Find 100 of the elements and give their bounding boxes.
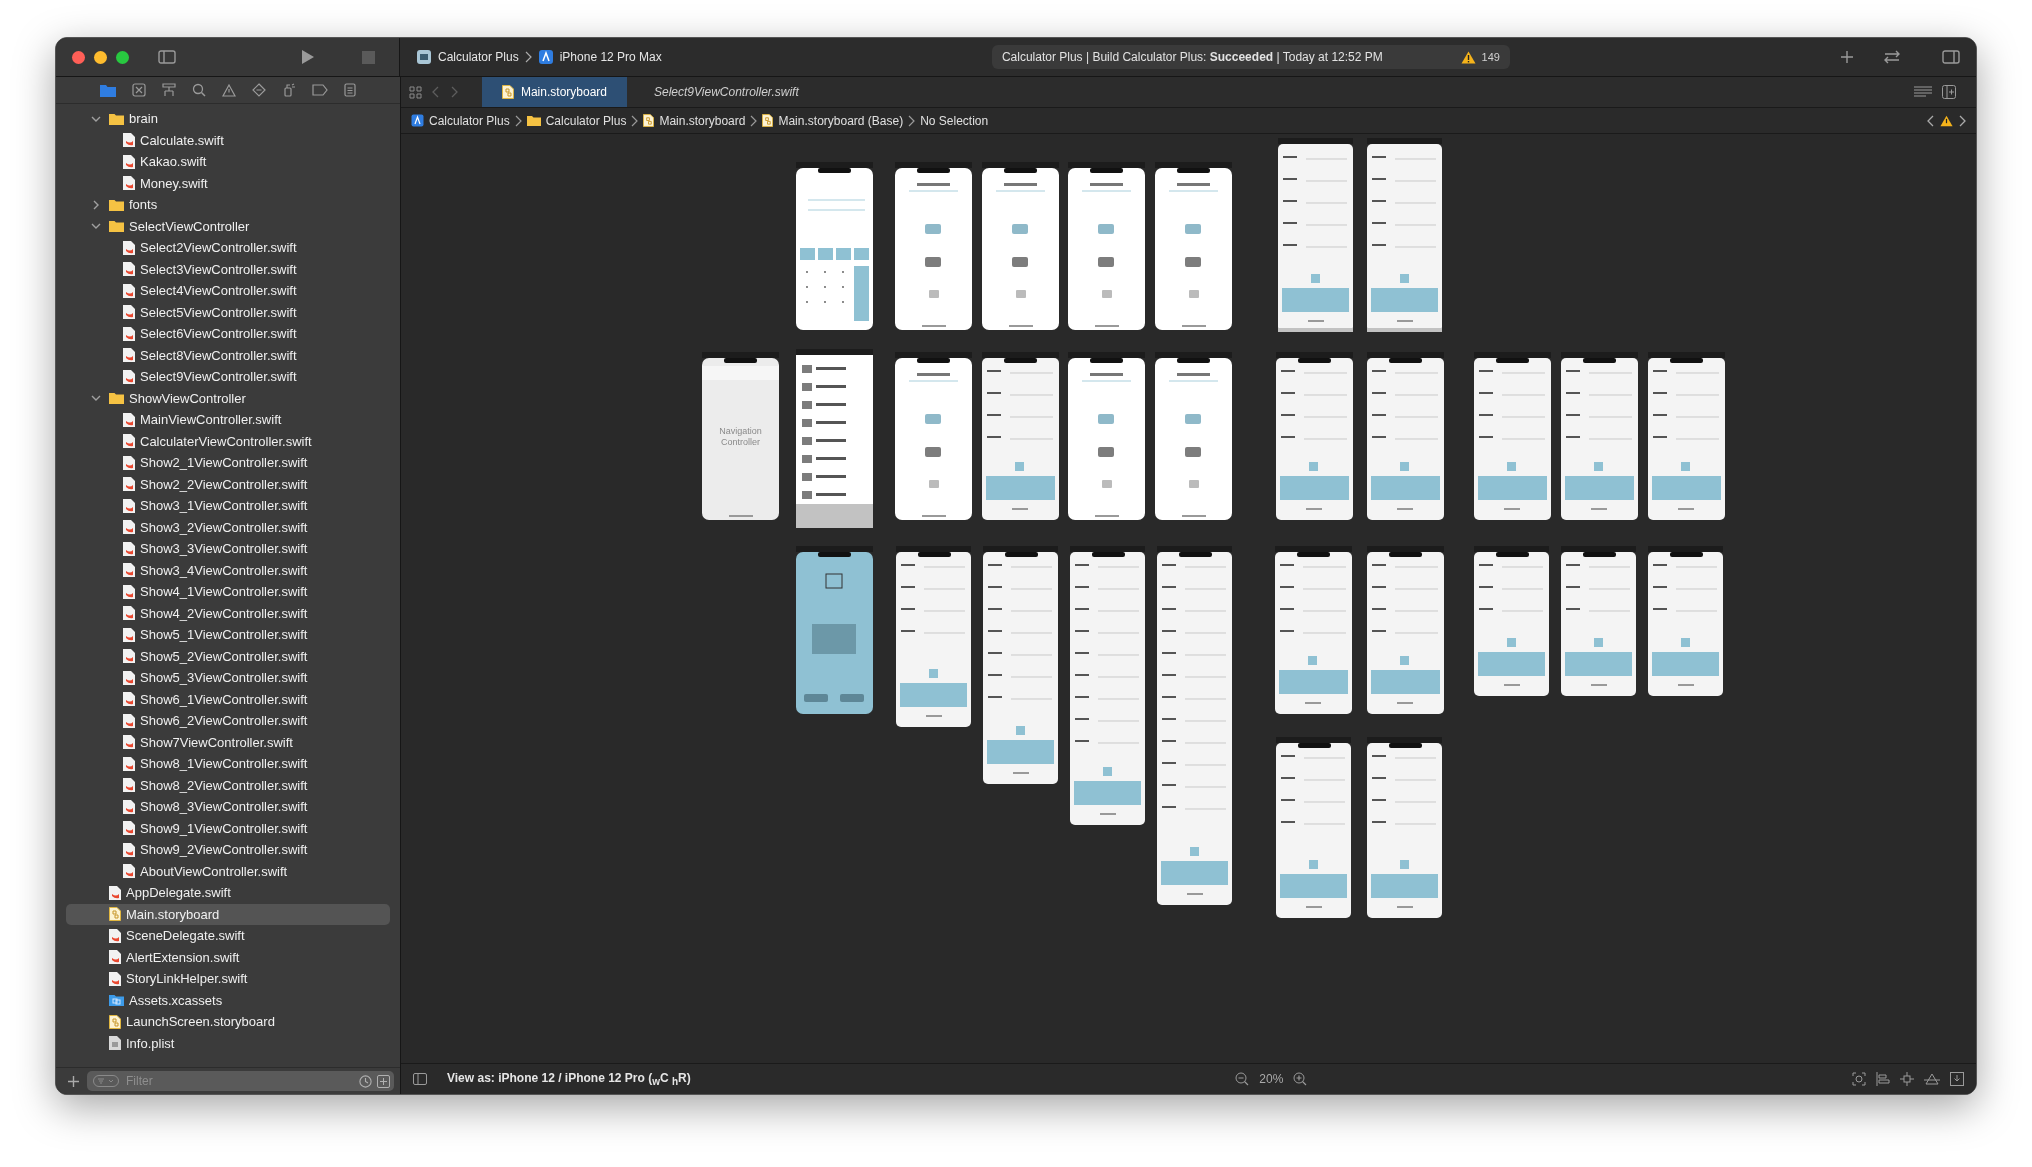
- storyboard-scene-drawing[interactable]: [1648, 352, 1725, 520]
- storyboard-scene-drawing[interactable]: [1561, 546, 1636, 696]
- sidebar-toggle-icon[interactable]: [158, 50, 176, 64]
- storyboard-scene-drawing[interactable]: [1278, 138, 1353, 332]
- file-row[interactable]: Calculate.swift: [66, 129, 390, 151]
- file-row[interactable]: SceneDelegate.swift: [66, 925, 390, 947]
- file-row[interactable]: Show4_1ViewController.swift: [66, 581, 390, 603]
- file-row[interactable]: AppDelegate.swift: [66, 882, 390, 904]
- file-row[interactable]: Show9_1ViewController.swift: [66, 817, 390, 839]
- file-row[interactable]: Show2_1ViewController.swift: [66, 452, 390, 474]
- file-row[interactable]: Select5ViewController.swift: [66, 301, 390, 323]
- storyboard-scene-drawing[interactable]: [1648, 546, 1723, 696]
- device-selector[interactable]: iPhone 12 Pro Max: [559, 50, 662, 64]
- file-row[interactable]: Show3_1ViewController.swift: [66, 495, 390, 517]
- file-row[interactable]: SelectViewController: [66, 215, 390, 237]
- align-icon[interactable]: [1876, 1072, 1890, 1086]
- storyboard-scene-drawing[interactable]: [1474, 546, 1549, 696]
- file-row[interactable]: Show8_2ViewController.swift: [66, 774, 390, 796]
- scm-filter-icon[interactable]: [377, 1074, 390, 1088]
- previous-issue-icon[interactable]: [1927, 114, 1935, 127]
- related-items-icon[interactable]: [409, 85, 422, 99]
- resolve-issues-icon[interactable]: [1924, 1072, 1940, 1086]
- file-row[interactable]: Show3_3ViewController.swift: [66, 538, 390, 560]
- storyboard-scene-drawing[interactable]: [982, 352, 1059, 520]
- storyboard-scene-drawing[interactable]: [895, 352, 972, 520]
- storyboard-scene-drawing[interactable]: [983, 546, 1058, 784]
- file-row[interactable]: Show3_4ViewController.swift: [66, 559, 390, 581]
- close-button[interactable]: [72, 50, 85, 64]
- storyboard-scene-drawing[interactable]: [1474, 352, 1551, 520]
- storyboard-scene-drawing[interactable]: [1070, 546, 1145, 825]
- file-row[interactable]: AlertExtension.swift: [66, 946, 390, 968]
- storyboard-scene-drawing[interactable]: [1367, 352, 1444, 520]
- fit-icon[interactable]: [1852, 1072, 1866, 1086]
- next-issue-icon[interactable]: [1958, 114, 1966, 127]
- storyboard-scene-drawing[interactable]: [1068, 162, 1145, 330]
- file-row[interactable]: Show5_2ViewController.swift: [66, 645, 390, 667]
- disclosure-icon[interactable]: [91, 222, 101, 231]
- minimize-button[interactable]: [94, 50, 107, 64]
- editor-tab[interactable]: Main.storyboard: [482, 77, 627, 107]
- storyboard-scene-drawing[interactable]: [1155, 162, 1232, 330]
- inspector-toggle-icon[interactable]: [1942, 50, 1960, 64]
- file-row[interactable]: Show6_2ViewController.swift: [66, 710, 390, 732]
- breadcrumb[interactable]: Calculator Plus: [545, 113, 627, 128]
- storyboard-scene-drawing[interactable]: [1367, 546, 1444, 714]
- file-row[interactable]: Show7ViewController.swift: [66, 731, 390, 753]
- breadcrumb[interactable]: Calculator Plus: [429, 113, 510, 128]
- document-outline-icon[interactable]: [413, 1073, 427, 1085]
- file-row[interactable]: Show8_3ViewController.swift: [66, 796, 390, 818]
- zoom-in-icon[interactable]: [1293, 1072, 1308, 1086]
- file-row[interactable]: Select6ViewController.swift: [66, 323, 390, 345]
- file-row[interactable]: Show6_1ViewController.swift: [66, 688, 390, 710]
- run-icon[interactable]: [301, 49, 315, 65]
- add-icon[interactable]: [68, 1075, 79, 1087]
- warning-icon[interactable]: [1460, 50, 1476, 64]
- view-as-label[interactable]: View as: iPhone 12 / iPhone 12 Pro ($_{w}$C $_{h}$R): [447, 1070, 691, 1088]
- disclosure-icon[interactable]: [92, 199, 100, 210]
- breadcrumb[interactable]: Main.storyboard: [659, 113, 746, 128]
- test-diamond-icon[interactable]: [252, 83, 266, 97]
- debug-spray-icon[interactable]: [282, 83, 296, 97]
- file-row[interactable]: Select4ViewController.swift: [66, 280, 390, 302]
- scheme-selector[interactable]: Calculator Plus: [438, 50, 519, 64]
- breadcrumb[interactable]: Main.storyboard (Base): [778, 113, 904, 128]
- storyboard-scene-drawing[interactable]: [895, 162, 972, 330]
- file-row[interactable]: CalculaterViewController.swift: [66, 430, 390, 452]
- storyboard-scene-drawing[interactable]: [1276, 737, 1351, 918]
- storyboard-scene-drawing[interactable]: [1155, 352, 1232, 520]
- file-row[interactable]: Assets.xcassets: [66, 989, 390, 1011]
- file-row[interactable]: MainViewController.swift: [66, 409, 390, 431]
- file-row[interactable]: Show9_2ViewController.swift: [66, 839, 390, 861]
- file-row[interactable]: StoryLinkHelper.swift: [66, 968, 390, 990]
- storyboard-scene-drawing[interactable]: [1561, 352, 1638, 520]
- file-row[interactable]: Show3_2ViewController.swift: [66, 516, 390, 538]
- file-row[interactable]: LaunchScreen.storyboard: [66, 1011, 390, 1033]
- warning-icon[interactable]: [1940, 114, 1953, 127]
- file-row[interactable]: AboutViewController.swift: [66, 860, 390, 882]
- hierarchy-icon[interactable]: [162, 83, 176, 97]
- zoom-button[interactable]: [116, 50, 129, 64]
- warning-icon[interactable]: [222, 83, 236, 97]
- embed-icon[interactable]: [1950, 1072, 1964, 1086]
- file-row[interactable]: Select8ViewController.swift: [66, 344, 390, 366]
- constraints-icon[interactable]: [1900, 1072, 1914, 1086]
- disclosure-icon[interactable]: [91, 114, 101, 123]
- file-row[interactable]: Show4_2ViewController.swift: [66, 602, 390, 624]
- file-row[interactable]: Select2ViewController.swift: [66, 237, 390, 259]
- recent-clock-icon[interactable]: [359, 1074, 372, 1088]
- storyboard-scene-drawing[interactable]: [796, 162, 873, 330]
- source-control-icon[interactable]: [132, 83, 146, 97]
- add-editor-icon[interactable]: [1942, 85, 1956, 99]
- file-row[interactable]: ShowViewController: [66, 387, 390, 409]
- report-icon[interactable]: [344, 83, 356, 97]
- disclosure-icon[interactable]: [91, 394, 101, 403]
- add-icon[interactable]: [1840, 50, 1854, 64]
- storyboard-scene-drawing[interactable]: [796, 546, 873, 714]
- file-row[interactable]: Money.swift: [66, 172, 390, 194]
- storyboard-scene-drawing[interactable]: [1068, 352, 1145, 520]
- file-row[interactable]: Show5_1ViewController.swift: [66, 624, 390, 646]
- zoom-out-icon[interactable]: [1235, 1072, 1250, 1086]
- file-row[interactable]: Show8_1ViewController.swift: [66, 753, 390, 775]
- folder-icon[interactable]: [100, 83, 116, 97]
- breakpoint-icon[interactable]: [312, 84, 328, 96]
